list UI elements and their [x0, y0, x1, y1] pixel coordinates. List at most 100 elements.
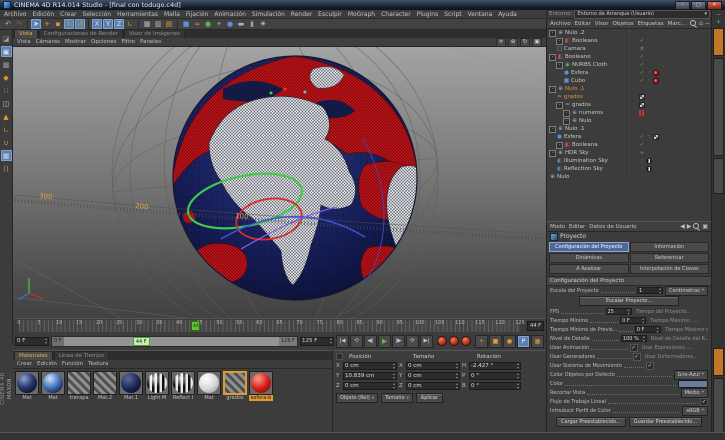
- expand-toggle-icon[interactable]: -: [549, 125, 556, 133]
- menu-script[interactable]: Script: [444, 11, 461, 18]
- linear-workflow-checkbox[interactable]: ✓: [700, 397, 708, 406]
- object-row-esfera-5[interactable]: ● Esfera ∶ ✓ ∶: [547, 69, 711, 77]
- viewport-menu-filtro[interactable]: Filtro: [122, 39, 135, 45]
- object-menu-objetos[interactable]: Objetos: [613, 21, 634, 27]
- stepper-icon[interactable]: ▴ ▾: [393, 362, 395, 370]
- object-menu-etiquetas[interactable]: Etiquetas: [638, 21, 664, 27]
- stepper-icon[interactable]: ▴ ▾: [642, 316, 644, 325]
- material-reflect-i-6[interactable]: Reflect I: [171, 371, 195, 401]
- attribute-tab-configuracion-del-proyecto[interactable]: Configuración del Proyecto: [549, 242, 629, 252]
- add-primitive-icon[interactable]: ■: [181, 19, 191, 29]
- material-grados-8[interactable]: grados: [223, 371, 247, 401]
- material-thumbnail[interactable]: [15, 371, 39, 395]
- visibility-dots-icon[interactable]: ∶: [629, 61, 630, 69]
- visibility-dots-icon[interactable]: ∶: [629, 85, 630, 93]
- record-keyframe-button[interactable]: [437, 336, 447, 346]
- material-mat-1-4[interactable]: Mat.1: [119, 371, 143, 401]
- coord-field-x-0[interactable]: 0 cm ▴ ▾: [406, 362, 460, 370]
- orange-tag-icon[interactable]: ∶: [646, 134, 652, 140]
- check-tag-icon[interactable]: ✓: [639, 142, 645, 148]
- menu-fijacion[interactable]: Fijación: [186, 11, 208, 18]
- checker-tag-icon[interactable]: [653, 134, 659, 140]
- material-thumbnail[interactable]: [145, 371, 169, 395]
- object-row-esfera-13[interactable]: ● Esfera ∶ ✓ ∶: [547, 133, 711, 141]
- attribute-tab-referenciar[interactable]: Referenciar: [629, 253, 709, 263]
- default-color-dropdown[interactable]: Gris-Azul ▾: [673, 369, 708, 380]
- stepper-icon[interactable]: ▴ ▾: [393, 382, 395, 390]
- apply-button[interactable]: Aplicar: [415, 393, 444, 403]
- search-icon[interactable]: [693, 223, 700, 230]
- visibility-dots-icon[interactable]: ∶: [629, 77, 630, 85]
- layout-tab-active-2[interactable]: [713, 348, 724, 376]
- menu-render[interactable]: Render: [291, 11, 312, 18]
- stepper-icon[interactable]: ▴ ▾: [517, 362, 519, 370]
- viewport-menu-vista[interactable]: Vista: [17, 39, 31, 45]
- project-scale-field[interactable]: 1 ▴ ▾: [637, 286, 664, 294]
- visibility-dots-icon[interactable]: ∶: [629, 29, 630, 37]
- viewport-menu-paneles[interactable]: Paneles: [140, 39, 161, 45]
- live-selection-icon[interactable]: ➤: [31, 19, 41, 29]
- attribute-tab-informacion[interactable]: Información: [629, 242, 709, 252]
- attribute-menu-editar[interactable]: Editar: [569, 224, 585, 230]
- expand-toggle-icon[interactable]: -: [549, 29, 556, 37]
- checker-tag-icon[interactable]: [639, 94, 645, 100]
- attribute-tab-dinamicas[interactable]: Dinámicas: [549, 253, 629, 263]
- add-environment-icon[interactable]: ●: [225, 19, 235, 29]
- collapse-icon[interactable]: −: [705, 20, 710, 27]
- redmat-tag-icon[interactable]: [653, 70, 659, 76]
- material-light-m-5[interactable]: Light M: [145, 371, 169, 401]
- material-transpa-2[interactable]: transpa: [67, 371, 91, 401]
- check-tag-icon[interactable]: ✓: [639, 62, 645, 68]
- toggle-view-icon[interactable]: ▣: [532, 37, 542, 47]
- play-forward-button[interactable]: ▶: [378, 334, 391, 348]
- layout-tab[interactable]: [713, 158, 724, 194]
- clip-view-dropdown[interactable]: Medio ▾: [680, 387, 708, 398]
- stepper-icon[interactable]: ▴ ▾: [456, 362, 458, 370]
- coord-field-h-0[interactable]: -2.427 ° ▴ ▾: [469, 362, 521, 370]
- object-row-booleano-3[interactable]: - ◧ Booleano ∶ ✓: [547, 53, 711, 61]
- history-back-icon[interactable]: ◀: [680, 223, 685, 230]
- stepper-icon[interactable]: ▴ ▾: [657, 325, 659, 334]
- add-floor-icon[interactable]: ▬: [236, 19, 246, 29]
- slider-start-handle[interactable]: 0 F: [52, 336, 64, 346]
- stepper-icon[interactable]: ▴ ▾: [643, 334, 645, 343]
- go-to-start-button[interactable]: |◀: [336, 334, 349, 348]
- visibility-dots-icon[interactable]: ∶: [629, 149, 630, 157]
- visibility-dots-icon[interactable]: ∶: [629, 125, 630, 133]
- visibility-dots-icon[interactable]: ∶: [629, 133, 630, 141]
- stepper-icon[interactable]: ▴ ▾: [628, 307, 630, 316]
- material-tab-materiales[interactable]: Materiales: [14, 351, 53, 360]
- object-menu-visor[interactable]: Visor: [595, 21, 609, 27]
- material-thumbnail[interactable]: [223, 371, 247, 395]
- last-tool-icon[interactable]: ↺: [75, 19, 85, 29]
- coordinate-system-icon[interactable]: ∟: [125, 19, 135, 29]
- coord-field-z-2[interactable]: 0 cm ▴ ▾: [343, 382, 397, 390]
- object-row-numeros-10[interactable]: - ⊕ numeros ∶: [547, 109, 711, 117]
- color-swatch[interactable]: [678, 379, 708, 388]
- material-thumbnail[interactable]: [197, 371, 221, 395]
- material-menu-textura[interactable]: Textura: [88, 361, 108, 367]
- object-row-cubo-6[interactable]: ■ Cubo ∶ ✓ ∶: [547, 77, 711, 85]
- viewport-tab-configuraciones-de-render[interactable]: Configuraciones de Render: [38, 29, 123, 38]
- viewport-tab-vista[interactable]: Vista: [14, 29, 38, 38]
- orange-tag-icon[interactable]: ∶: [639, 166, 645, 172]
- attribute-checkbox[interactable]: ✓: [645, 361, 654, 370]
- key-scale-button[interactable]: ■: [489, 334, 502, 348]
- object-row-nulo-11[interactable]: - ⊕ Nulo ∶: [547, 117, 711, 125]
- home-icon[interactable]: ⌂: [699, 20, 703, 27]
- key-rotation-button[interactable]: ●: [503, 334, 516, 348]
- attribute-field[interactable]: 25 ▴ ▾: [605, 307, 632, 316]
- make-editable-icon[interactable]: ◪: [1, 33, 12, 44]
- visibility-dots-icon[interactable]: ∶: [629, 173, 630, 181]
- expand-toggle-icon[interactable]: -: [563, 109, 570, 117]
- quantize-icon[interactable]: (): [1, 163, 12, 174]
- object-row-camara-2[interactable]: ▢ Camara ∶ ×: [547, 45, 711, 53]
- axis-mode-icon[interactable]: ∟: [1, 124, 12, 135]
- material-mat-2-3[interactable]: Mat.2: [93, 371, 117, 401]
- play-loop-button[interactable]: ⟲: [350, 334, 363, 348]
- stepper-icon[interactable]: ▴ ▾: [45, 337, 47, 345]
- material-thumbnail[interactable]: [249, 371, 273, 395]
- material-thumbnail[interactable]: [119, 371, 143, 395]
- scale-project-button[interactable]: Escalar Proyecto...: [579, 296, 679, 306]
- menu-ayuda[interactable]: Ayuda: [498, 11, 517, 18]
